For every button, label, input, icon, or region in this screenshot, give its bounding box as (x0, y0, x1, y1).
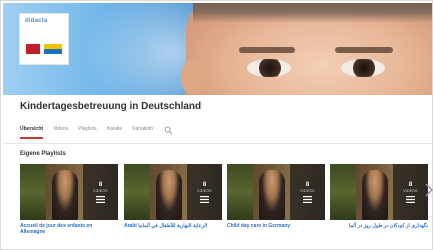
playlist-card[interactable]: 8 VIDEOS Accueil de jour des enfants en … (20, 164, 118, 235)
playlist-video-count: 8 (98, 181, 103, 188)
banner-child-ear (181, 59, 205, 95)
playlist-icon (200, 195, 209, 203)
search-icon[interactable] (164, 126, 173, 135)
tab-playlists[interactable]: Playlists (78, 123, 96, 139)
tab-about[interactable]: Kanalinfo (132, 123, 153, 139)
logo-flag-red (26, 44, 40, 54)
playlist-icon (96, 195, 105, 203)
banner-eye-left (247, 59, 291, 77)
playlist-title[interactable]: Accueil de jour des enfants en Allemagne (20, 223, 118, 235)
channel-banner: didacta (3, 3, 432, 95)
playlist-title[interactable]: Child day care in Germany (227, 223, 325, 229)
section-title: Eigene Playlists (20, 151, 66, 157)
chevron-right-icon[interactable] (425, 183, 433, 197)
playlist-card[interactable]: 8 VIDEOS Arabi الرعاية النهارية للأطفال … (124, 164, 222, 229)
playlist-thumbnail[interactable]: 8 VIDEOS (330, 164, 428, 220)
playlist-title[interactable]: نگهداری از کودکان در طول روز در آلما (330, 223, 428, 229)
tab-channels[interactable]: Kanäle (107, 123, 123, 139)
playlist-video-count: 8 (305, 181, 310, 188)
channel-page: didacta Kindertagesbetreuung in Deutschl… (0, 0, 433, 250)
playlist-thumbnail[interactable]: 8 VIDEOS (124, 164, 222, 220)
channel-tabs: Übersicht Videos Playlists Kanäle Kanali… (20, 123, 173, 139)
playlist-count-overlay: 8 VIDEOS (290, 164, 325, 220)
channel-title: Kindertagesbetreuung in Deutschland (20, 101, 202, 112)
banner-brow-left (239, 47, 295, 53)
playlist-count-overlay: 8 VIDEOS (187, 164, 222, 220)
playlist-count-overlay: 8 VIDEOS (83, 164, 118, 220)
playlist-count-label: VIDEOS (197, 188, 212, 193)
banner-child-hair (193, 3, 432, 23)
channel-logo[interactable]: didacta (19, 13, 69, 65)
playlist-card[interactable]: 8 VIDEOS Child day care in Germany (227, 164, 325, 229)
playlist-count-label: VIDEOS (93, 188, 108, 193)
playlist-icon (406, 195, 415, 203)
banner-brow-right (335, 47, 393, 53)
playlist-video-count: 8 (408, 181, 413, 188)
playlist-icon (303, 195, 312, 203)
banner-eye-right (341, 59, 385, 77)
logo-flag-blue (44, 49, 62, 54)
channel-logo-text: didacta (25, 18, 48, 24)
tabs-divider (3, 143, 432, 144)
tab-overview[interactable]: Übersicht (20, 123, 44, 139)
playlist-card[interactable]: 8 VIDEOS نگهداری از کودکان در طول روز در… (330, 164, 428, 229)
playlist-count-overlay: 8 VIDEOS (393, 164, 428, 220)
playlist-count-label: VIDEOS (403, 188, 418, 193)
playlist-video-count: 8 (202, 181, 207, 188)
playlist-count-label: VIDEOS (300, 188, 315, 193)
playlist-thumbnail[interactable]: 8 VIDEOS (20, 164, 118, 220)
tab-videos[interactable]: Videos (53, 123, 68, 139)
playlist-title[interactable]: Arabi الرعاية النهارية للأطفال في ألماني… (124, 223, 222, 229)
playlist-thumbnail[interactable]: 8 VIDEOS (227, 164, 325, 220)
